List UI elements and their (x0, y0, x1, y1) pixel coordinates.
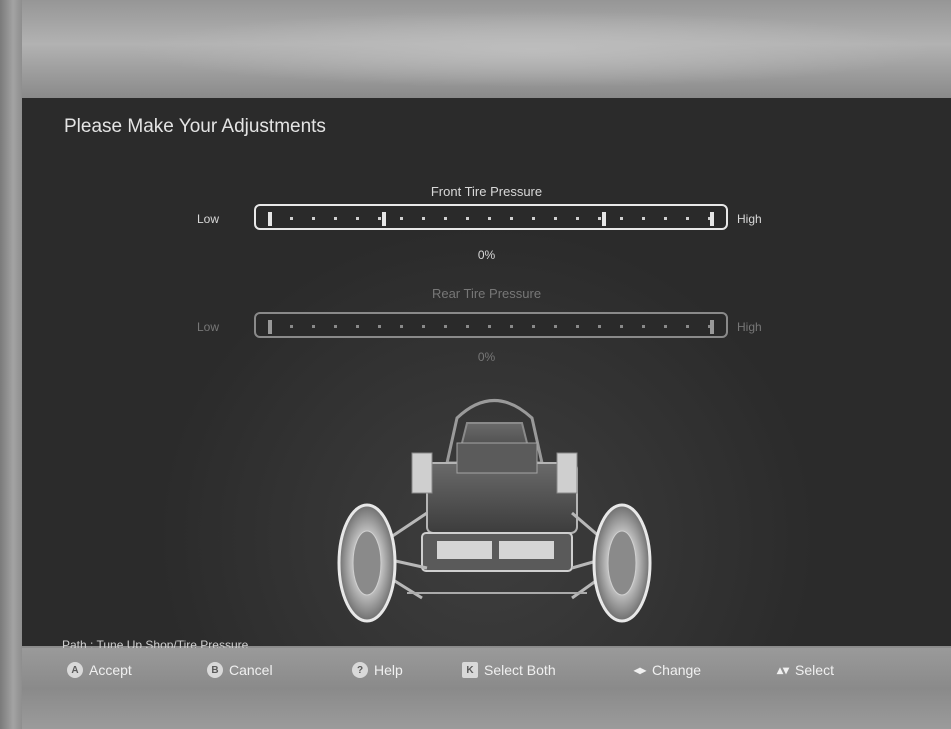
rear-tire-value: 0% (477, 350, 496, 364)
rear-high-label: High (737, 320, 762, 334)
front-tire-track[interactable] (254, 204, 728, 230)
b-button-icon: B (207, 662, 223, 678)
select-label: Select (795, 662, 834, 678)
accept-label: Accept (89, 662, 132, 678)
change-label: Change (652, 662, 702, 678)
rear-tick-min (268, 320, 272, 334)
cancel-label: Cancel (229, 662, 273, 678)
help-label: Help (374, 662, 403, 678)
select-both-button[interactable]: K Select Both (462, 662, 556, 678)
rear-tire-track[interactable] (254, 312, 728, 338)
front-high-label: High (737, 212, 762, 226)
left-edge-strip (0, 0, 22, 729)
front-tire-value: 0% (477, 248, 496, 262)
change-button[interactable]: ◂▸ Change (634, 662, 701, 678)
cancel-button[interactable]: B Cancel (207, 662, 273, 678)
select-both-label: Select Both (484, 662, 556, 678)
car-chassis-image (337, 399, 652, 623)
front-low-label: Low (197, 212, 220, 226)
accept-button[interactable]: A Accept (67, 662, 132, 678)
left-right-arrows-icon: ◂▸ (634, 663, 647, 677)
adjustment-panel: Please Make Your Adjustments Front Tire … (22, 98, 951, 652)
help-button[interactable]: ? Help (352, 662, 403, 678)
controls-bar: A Accept B Cancel ? Help K Select Both ◂… (22, 648, 951, 729)
rear-low-label: Low (197, 320, 220, 334)
front-tick-2 (602, 212, 606, 226)
front-tire-label: Front Tire Pressure (430, 184, 543, 199)
help-icon: ? (352, 662, 368, 678)
rear-tick-max (710, 320, 714, 334)
rear-track-dots (268, 325, 714, 328)
front-tick-1 (382, 212, 386, 226)
front-tick-max (710, 212, 714, 226)
a-button-icon: A (67, 662, 83, 678)
up-down-arrows-icon: ▴▾ (777, 663, 790, 677)
front-tick-min (268, 212, 272, 226)
front-track-dots (268, 217, 714, 220)
page-title: Please Make Your Adjustments (64, 116, 326, 137)
select-both-icon: K (462, 662, 478, 678)
select-button[interactable]: ▴▾ Select (777, 662, 834, 678)
top-banner (22, 0, 951, 100)
rear-tire-label: Rear Tire Pressure (431, 286, 542, 301)
